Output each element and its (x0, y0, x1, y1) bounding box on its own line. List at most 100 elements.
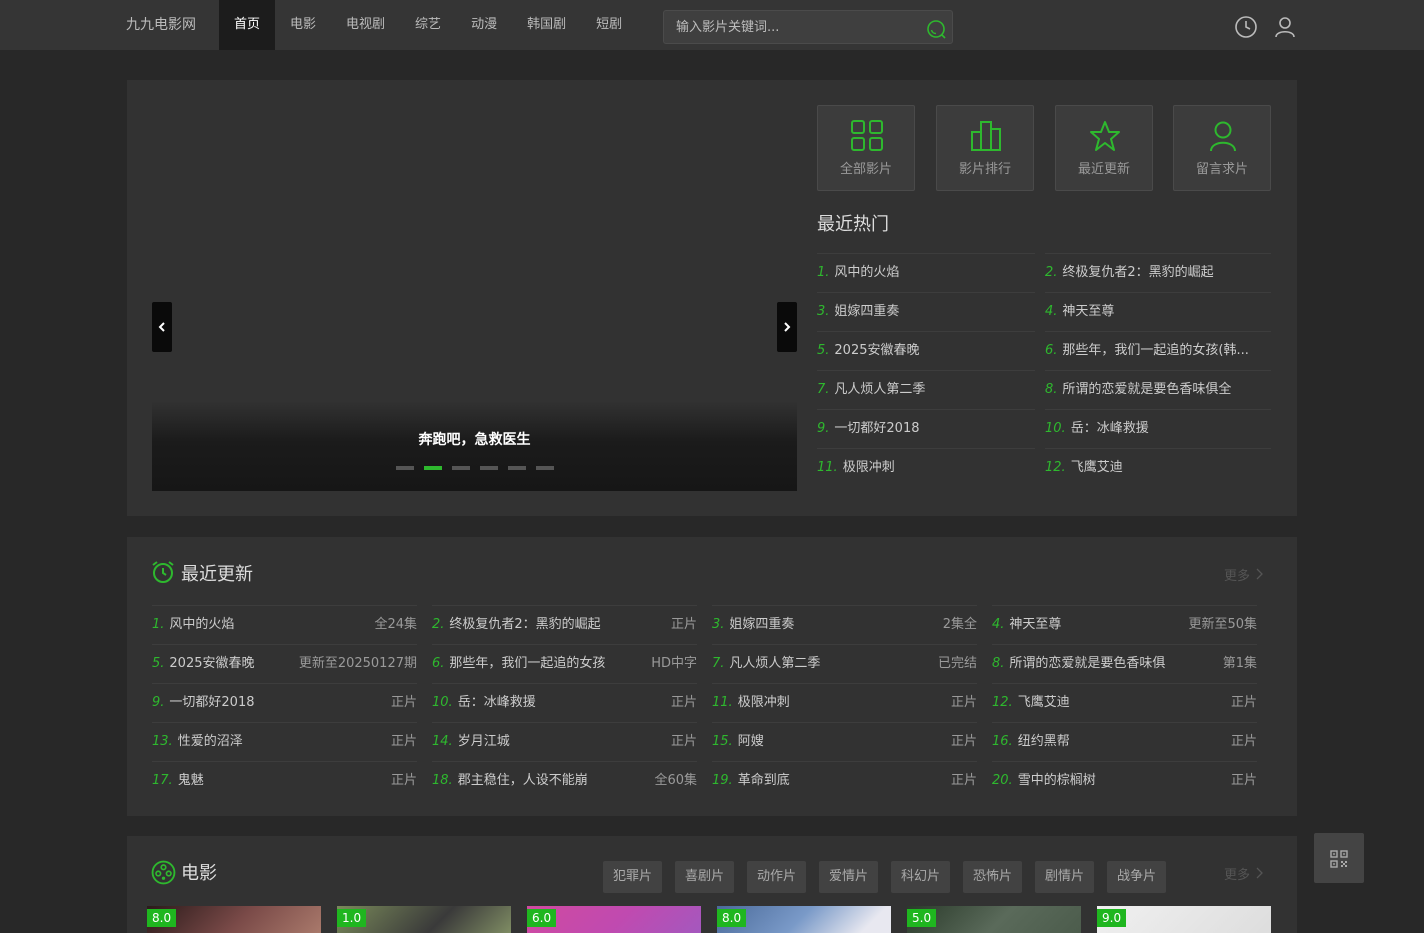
movie-poster[interactable]: 8.0 (147, 906, 321, 933)
update-item[interactable]: 19. 革命到底 正片 (712, 761, 977, 800)
tag-action[interactable]: 动作片 (747, 861, 807, 893)
update-item[interactable]: 20. 雪中的棕榈树 正片 (992, 761, 1257, 800)
movie-poster[interactable]: 5.0 (907, 906, 1081, 933)
recent-updates-more-link[interactable]: 更多 (1224, 565, 1264, 584)
nav-movies[interactable]: 电影 (275, 0, 331, 50)
top-header: 九九电影网 首页 电影 电视剧 综艺 动漫 韩国剧 短剧 (0, 0, 1424, 50)
banner-slider[interactable]: 奔跑吧，急救医生 (152, 105, 797, 491)
hot-item[interactable]: 3. 姐嫁四重奏 (817, 292, 1035, 331)
hot-item[interactable]: 2. 终极复仇者2：黑豹的崛起 (1045, 253, 1271, 292)
nav-variety[interactable]: 综艺 (400, 0, 456, 50)
update-status: 正片 (1230, 695, 1257, 710)
update-item[interactable]: 12. 飞鹰艾迪 正片 (992, 683, 1257, 722)
movie-poster[interactable]: 8.0 (717, 906, 891, 933)
slider-dot[interactable] (536, 466, 554, 470)
history-clock-icon[interactable] (1234, 15, 1258, 39)
hot-item[interactable]: 5. 2025安徽春晚 (817, 331, 1035, 370)
update-status: 正片 (950, 773, 977, 788)
nav-short[interactable]: 短剧 (581, 0, 637, 50)
hot-item[interactable]: 4. 神天至尊 (1045, 292, 1271, 331)
update-item[interactable]: 6. 那些年，我们一起追的女孩 HD中字 (432, 644, 697, 683)
nav-tv[interactable]: 电视剧 (331, 0, 400, 50)
update-item[interactable]: 9. 一切都好2018 正片 (152, 683, 417, 722)
update-item[interactable]: 11. 极限冲刺 正片 (712, 683, 977, 722)
ranking-label: 影片排行 (958, 162, 1011, 177)
hot-item[interactable]: 10. 岳：冰峰救援 (1045, 409, 1271, 448)
movies-more-link[interactable]: 更多 (1224, 864, 1264, 883)
all-movies-button[interactable]: 全部影片 (817, 105, 915, 191)
ranking-button[interactable]: 影片排行 (936, 105, 1034, 191)
search-icon[interactable] (926, 19, 946, 39)
hot-item[interactable]: 7. 凡人烦人第二季 (817, 370, 1035, 409)
slider-dot-active[interactable] (424, 466, 442, 470)
tag-scifi[interactable]: 科幻片 (891, 861, 951, 893)
request-movie-button[interactable]: 留言求片 (1173, 105, 1271, 191)
slide-caption-bar: 奔跑吧，急救医生 (152, 401, 797, 491)
tag-comedy[interactable]: 喜剧片 (675, 861, 735, 893)
update-status: 正片 (390, 773, 417, 788)
update-status: 更新至20250127期 (298, 656, 417, 671)
film-reel-icon (151, 860, 176, 885)
update-item[interactable]: 13. 性爱的沼泽 正片 (152, 722, 417, 761)
score-badge: 9.0 (1097, 909, 1127, 927)
update-item[interactable]: 17. 鬼魅 正片 (152, 761, 417, 800)
update-item[interactable]: 2. 终极复仇者2：黑豹的崛起 正片 (432, 605, 697, 644)
tag-drama[interactable]: 剧情片 (1035, 861, 1095, 893)
update-status: 正片 (670, 617, 697, 632)
score-badge: 6.0 (527, 909, 557, 927)
slider-dot[interactable] (396, 466, 414, 470)
slider-dot[interactable] (480, 466, 498, 470)
update-status: 正片 (1230, 734, 1257, 749)
tag-crime[interactable]: 犯罪片 (603, 861, 663, 893)
update-status: HD中字 (651, 656, 697, 671)
hot-item[interactable]: 11. 极限冲刺 (817, 448, 1035, 487)
update-status: 正片 (670, 695, 697, 710)
update-item[interactable]: 14. 岁月江城 正片 (432, 722, 697, 761)
chevron-right-icon (1256, 867, 1263, 879)
nav-anime[interactable]: 动漫 (456, 0, 512, 50)
chevron-right-icon (1256, 568, 1263, 580)
slider-prev-button[interactable] (152, 302, 172, 352)
grid-icon (851, 120, 883, 151)
update-item[interactable]: 5. 2025安徽春晚 更新至20250127期 (152, 644, 417, 683)
slide-caption[interactable]: 奔跑吧，急救医生 (152, 429, 797, 449)
movie-poster[interactable]: 6.0 (527, 906, 701, 933)
tag-romance[interactable]: 爱情片 (819, 861, 879, 893)
hot-item[interactable]: 8. 所谓的恋爱就是要色香味俱全 (1045, 370, 1271, 409)
site-logo[interactable]: 九九电影网 (126, 0, 196, 50)
movie-poster[interactable]: 1.0 (337, 906, 511, 933)
update-item[interactable]: 18. 郡主稳住，人设不能崩 全60集 (432, 761, 697, 800)
update-item[interactable]: 1. 风中的火焰 全24集 (152, 605, 417, 644)
nav-korean[interactable]: 韩国剧 (512, 0, 581, 50)
hot-item[interactable]: 1. 风中的火焰 (817, 253, 1035, 292)
score-badge: 8.0 (147, 909, 177, 927)
tag-war[interactable]: 战争片 (1107, 861, 1167, 893)
search-input[interactable] (676, 11, 916, 43)
recent-updates-panel: 最近更新 更多 1. 风中的火焰 全24集 2. 终极复仇者2：黑豹的崛起 正片 3. 姐… (127, 537, 1297, 816)
tag-horror[interactable]: 恐怖片 (963, 861, 1023, 893)
recent-updates-button[interactable]: 最近更新 (1055, 105, 1153, 191)
update-status: 正片 (1230, 773, 1257, 788)
qr-code-button[interactable] (1314, 833, 1364, 883)
user-icon[interactable] (1273, 15, 1297, 39)
update-item[interactable]: 3. 姐嫁四重奏 2集全 (712, 605, 977, 644)
hot-item[interactable]: 6. 那些年，我们一起追的女孩(韩... (1045, 331, 1271, 370)
update-item[interactable]: 8. 所谓的恋爱就是要色香味俱 第1集 (992, 644, 1257, 683)
request-movie-label: 留言求片 (1195, 162, 1248, 177)
update-status: 全60集 (654, 773, 697, 788)
slider-dot[interactable] (508, 466, 526, 470)
score-badge: 5.0 (907, 909, 937, 927)
movie-poster[interactable]: 9.0 (1097, 906, 1271, 933)
update-item[interactable]: 15. 阿嫂 正片 (712, 722, 977, 761)
update-item[interactable]: 7. 凡人烦人第二季 已完结 (712, 644, 977, 683)
all-movies-label: 全部影片 (839, 162, 892, 177)
update-item[interactable]: 10. 岳：冰峰救援 正片 (432, 683, 697, 722)
nav-home[interactable]: 首页 (219, 0, 276, 50)
recent-updates-title: 最近更新 (181, 564, 253, 585)
slider-next-button[interactable] (777, 302, 797, 352)
update-item[interactable]: 4. 神天至尊 更新至50集 (992, 605, 1257, 644)
hot-item[interactable]: 9. 一切都好2018 (817, 409, 1035, 448)
hot-item[interactable]: 12. 飞鹰艾迪 (1045, 448, 1271, 487)
slider-dot[interactable] (452, 466, 470, 470)
update-item[interactable]: 16. 纽约黑帮 正片 (992, 722, 1257, 761)
